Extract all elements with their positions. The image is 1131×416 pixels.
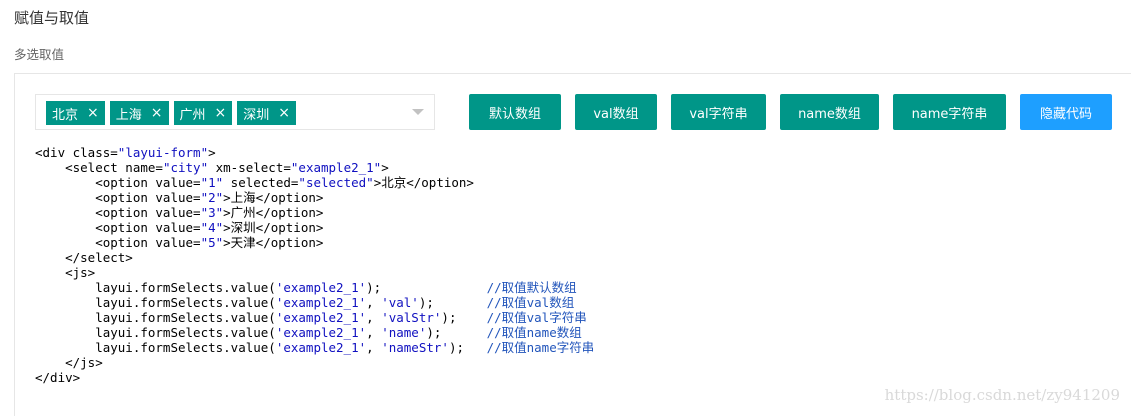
tag-shanghai: 上海 × [109, 101, 169, 125]
code-string: 'example2_1' [275, 310, 367, 325]
code-string: 'valStr' [381, 310, 442, 325]
code-text: ); [366, 280, 487, 295]
code-comment: //取值name字符串 [486, 340, 595, 355]
code-text: layui.formSelects.value( [35, 325, 276, 340]
code-string: "5" [200, 235, 224, 250]
code-text: >深圳</option> [223, 220, 324, 235]
code-text: selected= [223, 175, 299, 190]
default-array-button[interactable]: 默认数组 [469, 94, 561, 130]
code-text: <js> [35, 265, 96, 280]
code-text: xm-select= [208, 160, 291, 175]
code-string: "layui-form" [117, 145, 209, 160]
code-text: > [381, 160, 389, 175]
code-string: 'example2_1' [275, 295, 367, 310]
code-string: "2" [200, 190, 224, 205]
code-string: "city" [162, 160, 209, 175]
tag-close-icon[interactable]: × [215, 106, 227, 120]
code-string: 'val' [381, 295, 419, 310]
code-text: </div> [35, 370, 81, 385]
tag-label: 上海 [115, 107, 142, 123]
code-text: <div class= [35, 145, 118, 160]
tag-close-icon[interactable]: × [151, 106, 163, 120]
code-string: 'nameStr' [381, 340, 449, 355]
hide-code-button[interactable]: 隐藏代码 [1020, 94, 1112, 130]
code-text: <option value= [35, 190, 201, 205]
tag-label: 北京 [52, 107, 79, 123]
code-comment: //取值val字符串 [486, 310, 587, 325]
tag-beijing: 北京 × [46, 101, 105, 125]
code-comment: //取值name数组 [486, 325, 582, 340]
code-string: "3" [200, 205, 224, 220]
code-string: "1" [200, 175, 224, 190]
val-array-button[interactable]: val数组 [575, 94, 657, 130]
code-string: "selected" [298, 175, 374, 190]
code-text: <select name= [35, 160, 163, 175]
tag-label: 广州 [179, 107, 206, 123]
name-array-button[interactable]: name数组 [780, 94, 879, 130]
code-text: , [366, 310, 382, 325]
code-string: "4" [200, 220, 224, 235]
code-comment: //取值默认数组 [486, 280, 577, 295]
code-string: 'example2_1' [275, 325, 367, 340]
code-text: > [208, 145, 216, 160]
code-text: </select> [35, 250, 133, 265]
watermark: https://blog.csdn.net/zy941209 [884, 386, 1120, 404]
code-string: 'name' [381, 325, 427, 340]
page-title: 赋值与取值 [14, 9, 90, 27]
code-text: ); [441, 310, 487, 325]
tag-shenzhen: 深圳 × [237, 101, 296, 125]
code-string: 'example2_1' [275, 340, 367, 355]
code-text: <option value= [35, 220, 201, 235]
code-text: , [366, 340, 382, 355]
code-string: "example2_1" [290, 160, 382, 175]
code-text: <option value= [35, 205, 201, 220]
tag-label: 深圳 [243, 107, 270, 123]
selected-tags: 北京 × 上海 × 广州 × 深圳 × [46, 101, 296, 125]
name-string-button[interactable]: name字符串 [893, 94, 1006, 130]
code-text: >北京</option> [373, 175, 474, 190]
section-label: 多选取值 [14, 47, 65, 62]
code-text: ); [418, 295, 487, 310]
chevron-down-icon[interactable] [412, 109, 424, 115]
code-text: layui.formSelects.value( [35, 310, 276, 325]
code-text: <option value= [35, 235, 201, 250]
code-text: , [366, 325, 382, 340]
tag-close-icon[interactable]: × [87, 106, 99, 120]
tag-close-icon[interactable]: × [278, 106, 290, 120]
code-text: >天津</option> [223, 235, 324, 250]
code-text: ); [426, 325, 487, 340]
val-string-button[interactable]: val字符串 [671, 94, 766, 130]
code-text: >上海</option> [223, 190, 324, 205]
code-string: 'example2_1' [275, 280, 367, 295]
code-text: layui.formSelects.value( [35, 295, 276, 310]
code-text: >广州</option> [223, 205, 324, 220]
code-comment: //取值val数组 [486, 295, 575, 310]
code-text: </js> [35, 355, 103, 370]
multi-select[interactable]: 北京 × 上海 × 广州 × 深圳 × [35, 94, 435, 130]
code-text: layui.formSelects.value( [35, 340, 276, 355]
code-text: <option value= [35, 175, 201, 190]
code-text: , [366, 295, 382, 310]
code-text: ); [448, 340, 487, 355]
code-text: layui.formSelects.value( [35, 280, 276, 295]
code-block: <div class="layui-form"> <select name="c… [35, 145, 594, 385]
tag-guangzhou: 广州 × [173, 101, 233, 125]
